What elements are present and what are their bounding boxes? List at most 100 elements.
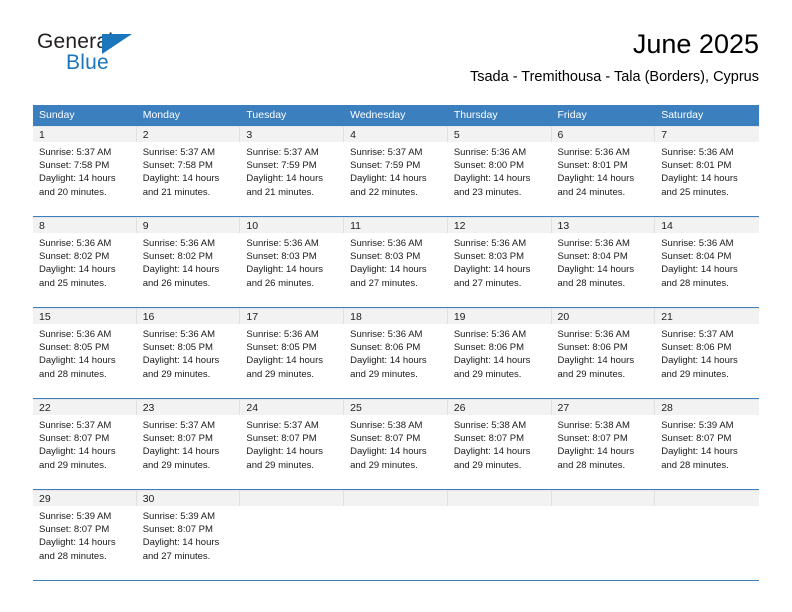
day-number [447, 490, 552, 506]
daylight-text-line2: and 28 minutes. [557, 277, 626, 289]
day-details [344, 506, 448, 579]
page-subtitle: Tsada - Tremithousa - Tala (Borders), Cy… [469, 69, 759, 85]
day-cell-empty [551, 490, 656, 581]
sunrise-text: Sunrise: 5:38 AM [557, 420, 630, 431]
daylight-text-line2: and 29 minutes. [453, 368, 522, 380]
day-cell[interactable]: 13 Sunrise: 5:36 AM Sunset: 8:04 PM Dayl… [551, 217, 656, 308]
page-header: General Blue June 2025 Tsada - Tremithou… [33, 28, 759, 98]
day-cell[interactable]: 4 Sunrise: 5:37 AM Sunset: 7:59 PM Dayli… [344, 126, 448, 217]
sunrise-text: Sunrise: 5:37 AM [246, 147, 319, 158]
day-cell[interactable]: 25 Sunrise: 5:38 AM Sunset: 8:07 PM Dayl… [344, 399, 448, 490]
day-details: Sunrise: 5:36 AM Sunset: 8:02 PM Dayligh… [33, 233, 137, 306]
day-cell[interactable]: 23 Sunrise: 5:37 AM Sunset: 8:07 PM Dayl… [136, 399, 241, 490]
day-cell[interactable]: 10 Sunrise: 5:36 AM Sunset: 8:03 PM Dayl… [240, 217, 345, 308]
weekday-header-monday: Monday [136, 105, 241, 126]
sunset-text: Sunset: 8:07 PM [39, 524, 110, 536]
daylight-text-line1: Daylight: 14 hours [246, 264, 323, 276]
day-cell[interactable]: 27 Sunrise: 5:38 AM Sunset: 8:07 PM Dayl… [551, 399, 656, 490]
daylight-text-line2: and 27 minutes. [142, 550, 211, 562]
day-details [240, 506, 345, 579]
daylight-text-line2: and 26 minutes. [246, 277, 315, 289]
weekday-header-thursday: Thursday [447, 105, 552, 126]
day-cell[interactable]: 19 Sunrise: 5:36 AM Sunset: 8:06 PM Dayl… [447, 308, 552, 399]
day-details: Sunrise: 5:36 AM Sunset: 8:06 PM Dayligh… [344, 324, 448, 397]
day-details: Sunrise: 5:36 AM Sunset: 8:01 PM Dayligh… [551, 142, 656, 215]
day-details: Sunrise: 5:36 AM Sunset: 8:05 PM Dayligh… [136, 324, 241, 397]
calendar-week-row: 29 Sunrise: 5:39 AM Sunset: 8:07 PM Dayl… [33, 490, 759, 581]
day-cell-empty [447, 490, 552, 581]
day-cell[interactable]: 12 Sunrise: 5:36 AM Sunset: 8:03 PM Dayl… [447, 217, 552, 308]
day-cell[interactable]: 24 Sunrise: 5:37 AM Sunset: 8:07 PM Dayl… [240, 399, 345, 490]
day-details [447, 506, 552, 579]
day-number: 25 [344, 399, 448, 415]
general-blue-logo[interactable]: General Blue [37, 30, 217, 84]
day-cell[interactable]: 20 Sunrise: 5:36 AM Sunset: 8:06 PM Dayl… [551, 308, 656, 399]
daylight-text-line1: Daylight: 14 hours [350, 173, 427, 185]
daylight-text-line2: and 29 minutes. [557, 368, 626, 380]
daylight-text-line2: and 28 minutes. [39, 368, 107, 380]
daylight-text-line1: Daylight: 14 hours [39, 355, 116, 367]
day-details: Sunrise: 5:36 AM Sunset: 8:03 PM Dayligh… [240, 233, 345, 306]
calendar-week-row: 22 Sunrise: 5:37 AM Sunset: 8:07 PM Dayl… [33, 399, 759, 490]
day-number: 21 [655, 308, 759, 324]
sunrise-text: Sunrise: 5:36 AM [661, 147, 734, 158]
day-details: Sunrise: 5:36 AM Sunset: 8:05 PM Dayligh… [240, 324, 345, 397]
day-cell[interactable]: 14 Sunrise: 5:36 AM Sunset: 8:04 PM Dayl… [655, 217, 759, 308]
sunrise-text: Sunrise: 5:37 AM [350, 147, 423, 158]
day-cell[interactable]: 28 Sunrise: 5:39 AM Sunset: 8:07 PM Dayl… [655, 399, 759, 490]
day-cell[interactable]: 29 Sunrise: 5:39 AM Sunset: 8:07 PM Dayl… [33, 490, 137, 581]
sunrise-text: Sunrise: 5:36 AM [453, 147, 527, 158]
sunset-text: Sunset: 7:59 PM [350, 160, 421, 172]
sunrise-text: Sunrise: 5:36 AM [246, 238, 319, 249]
sunset-text: Sunset: 8:03 PM [246, 251, 317, 263]
daylight-text-line2: and 28 minutes. [557, 459, 626, 471]
sunset-text: Sunset: 7:58 PM [142, 160, 213, 172]
daylight-text-line1: Daylight: 14 hours [453, 264, 531, 276]
day-number: 23 [136, 399, 241, 415]
day-cell[interactable]: 16 Sunrise: 5:36 AM Sunset: 8:05 PM Dayl… [136, 308, 241, 399]
day-cell[interactable]: 5 Sunrise: 5:36 AM Sunset: 8:00 PM Dayli… [447, 126, 552, 217]
day-cell-empty [655, 490, 759, 581]
day-cell[interactable]: 18 Sunrise: 5:36 AM Sunset: 8:06 PM Dayl… [344, 308, 448, 399]
day-details: Sunrise: 5:36 AM Sunset: 8:04 PM Dayligh… [655, 233, 759, 306]
sunrise-text: Sunrise: 5:38 AM [453, 420, 527, 431]
day-cell[interactable]: 8 Sunrise: 5:36 AM Sunset: 8:02 PM Dayli… [33, 217, 137, 308]
daylight-text-line2: and 25 minutes. [39, 277, 107, 289]
day-number: 24 [240, 399, 345, 415]
day-cell[interactable]: 9 Sunrise: 5:36 AM Sunset: 8:02 PM Dayli… [136, 217, 241, 308]
daylight-text-line2: and 24 minutes. [557, 186, 626, 198]
day-cell[interactable]: 26 Sunrise: 5:38 AM Sunset: 8:07 PM Dayl… [447, 399, 552, 490]
day-cell[interactable]: 6 Sunrise: 5:36 AM Sunset: 8:01 PM Dayli… [551, 126, 656, 217]
day-cell[interactable]: 15 Sunrise: 5:36 AM Sunset: 8:05 PM Dayl… [33, 308, 137, 399]
day-number: 12 [447, 217, 552, 233]
day-details: Sunrise: 5:39 AM Sunset: 8:07 PM Dayligh… [655, 415, 759, 488]
daylight-text-line2: and 20 minutes. [39, 186, 107, 198]
daylight-text-line1: Daylight: 14 hours [39, 446, 116, 458]
day-details: Sunrise: 5:36 AM Sunset: 8:03 PM Dayligh… [447, 233, 552, 306]
day-cell[interactable]: 7 Sunrise: 5:36 AM Sunset: 8:01 PM Dayli… [655, 126, 759, 217]
day-cell[interactable]: 21 Sunrise: 5:37 AM Sunset: 8:06 PM Dayl… [655, 308, 759, 399]
sunrise-text: Sunrise: 5:37 AM [142, 147, 216, 158]
day-number: 26 [447, 399, 552, 415]
day-details [655, 506, 759, 579]
day-cell[interactable]: 1 Sunrise: 5:37 AM Sunset: 7:58 PM Dayli… [33, 126, 137, 217]
daylight-text-line1: Daylight: 14 hours [350, 355, 427, 367]
day-cell[interactable]: 17 Sunrise: 5:36 AM Sunset: 8:05 PM Dayl… [240, 308, 345, 399]
sunset-text: Sunset: 8:06 PM [557, 342, 628, 354]
sunrise-text: Sunrise: 5:36 AM [557, 147, 630, 158]
weekday-header-sunday: Sunday [33, 105, 137, 126]
day-cell[interactable]: 30 Sunrise: 5:39 AM Sunset: 8:07 PM Dayl… [136, 490, 241, 581]
day-details: Sunrise: 5:37 AM Sunset: 7:58 PM Dayligh… [136, 142, 241, 215]
sunrise-text: Sunrise: 5:36 AM [39, 329, 112, 340]
daylight-text-line1: Daylight: 14 hours [246, 355, 323, 367]
day-cell[interactable]: 11 Sunrise: 5:36 AM Sunset: 8:03 PM Dayl… [344, 217, 448, 308]
day-cell[interactable]: 2 Sunrise: 5:37 AM Sunset: 7:58 PM Dayli… [136, 126, 241, 217]
day-number: 1 [33, 126, 137, 142]
day-number: 10 [240, 217, 345, 233]
day-number: 4 [344, 126, 448, 142]
daylight-text-line1: Daylight: 14 hours [350, 264, 427, 276]
daylight-text-line2: and 29 minutes. [246, 459, 315, 471]
day-cell[interactable]: 22 Sunrise: 5:37 AM Sunset: 8:07 PM Dayl… [33, 399, 137, 490]
day-number: 2 [136, 126, 241, 142]
day-cell[interactable]: 3 Sunrise: 5:37 AM Sunset: 7:59 PM Dayli… [240, 126, 345, 217]
